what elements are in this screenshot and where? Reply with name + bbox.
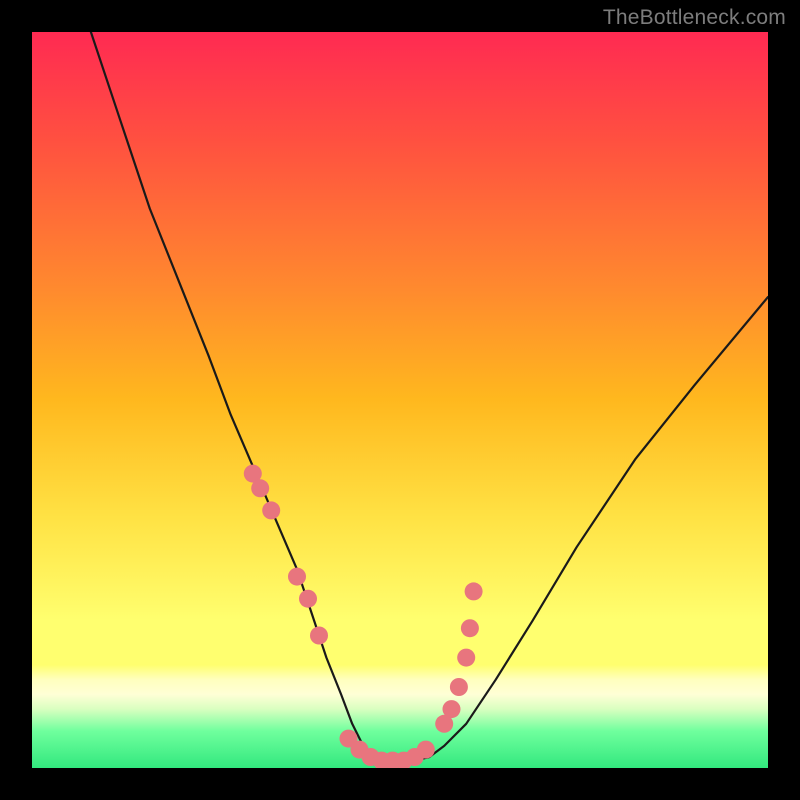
sample-dot	[288, 568, 306, 586]
sample-dot	[457, 649, 475, 667]
sample-dot	[443, 700, 461, 718]
sample-dot	[465, 582, 483, 600]
dots-layer	[244, 465, 483, 768]
chart-frame: TheBottleneck.com	[0, 0, 800, 800]
sample-dot	[299, 590, 317, 608]
sample-dot	[417, 741, 435, 759]
curve-layer	[91, 32, 768, 761]
sample-dot	[251, 479, 269, 497]
chart-svg	[32, 32, 768, 768]
watermark-text: TheBottleneck.com	[603, 6, 786, 30]
sample-dot	[310, 627, 328, 645]
sample-dot	[461, 619, 479, 637]
bottleneck-curve-path	[91, 32, 768, 761]
sample-dot	[450, 678, 468, 696]
sample-dot	[262, 501, 280, 519]
